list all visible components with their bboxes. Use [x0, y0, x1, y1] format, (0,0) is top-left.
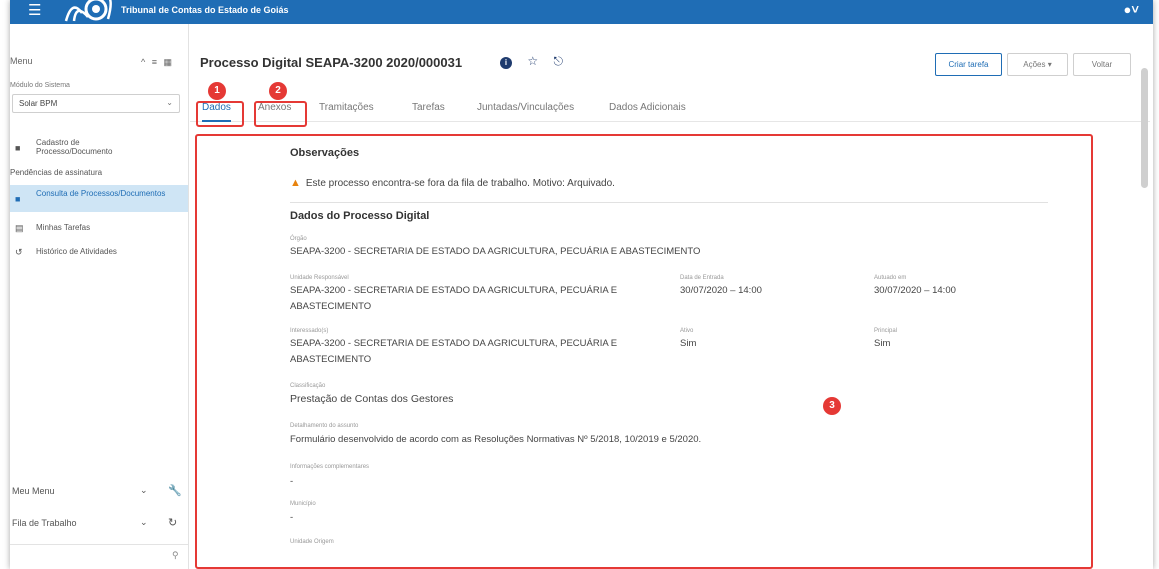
pin-icon[interactable]: ⎋	[553, 54, 563, 69]
folder-icon: ■	[15, 194, 21, 204]
star-icon[interactable]: ☆	[527, 54, 538, 68]
sidebar-item-label: Consulta de Processos/Documentos	[36, 189, 166, 198]
menu-title: Menu	[10, 56, 33, 66]
sidebar-item-historico[interactable]: ↺ Histórico de Atividades	[10, 247, 188, 259]
tab-dados-adicionais[interactable]: Dados Adicionais	[609, 94, 686, 122]
sidebar-item-consulta[interactable]: ■ Consulta de Processos/Documentos	[10, 185, 188, 212]
annotation-marker-1: 1	[208, 82, 226, 100]
my-menu-label: Meu Menu	[12, 486, 55, 496]
module-select[interactable]: Solar BPM ⌄	[12, 94, 180, 113]
folder-icon: ■	[15, 143, 21, 153]
chevron-down-icon[interactable]: ⌄	[140, 517, 148, 528]
calendar-icon: ▤	[15, 223, 24, 233]
org-name: Tribunal de Contas do Estado de Goiás	[121, 5, 289, 15]
annotation-box-dados	[196, 101, 244, 127]
app-window: ☰ Tribunal de Contas do Estado de Goiás …	[10, 0, 1153, 569]
sidebar-item-label: Histórico de Atividades	[36, 247, 117, 256]
module-label: Módulo do Sistema	[10, 82, 70, 89]
logo	[64, 0, 112, 22]
sidebar-item-label: Minhas Tarefas	[36, 223, 91, 232]
refresh-icon[interactable]: ↻	[168, 516, 177, 529]
annotation-marker-3: 3	[823, 397, 841, 415]
sidebar-tools-icon[interactable]: ^ ≡ ▦	[141, 57, 174, 68]
sidebar-item-cadastro[interactable]: ■ Cadastro de Processo/Documento	[10, 135, 188, 159]
user-icon[interactable]: ●˅	[1124, 2, 1139, 17]
my-menu-section[interactable]: Meu Menu ⌄ 🔧	[10, 477, 188, 505]
search-icon[interactable]: ⚲	[172, 550, 179, 561]
sidebar-item-pendencias[interactable]: Pendências de assinatura	[10, 168, 188, 180]
back-button[interactable]: Voltar	[1073, 53, 1131, 76]
create-task-button[interactable]: Criar tarefa	[935, 53, 1002, 76]
sidebar-search[interactable]: ⚲	[10, 544, 188, 566]
chevron-down-icon[interactable]: ⌄	[140, 485, 148, 496]
title-actions: i ☆ ⎋	[500, 54, 575, 69]
module-value: Solar BPM	[19, 99, 58, 108]
tab-bar: Dados Anexos Tramitações Tarefas Juntada…	[190, 94, 1150, 122]
work-queue-label: Fila de Trabalho	[12, 518, 77, 528]
chevron-down-icon: ⌄	[166, 98, 173, 107]
tab-juntadas[interactable]: Juntadas/Vinculações	[477, 94, 574, 122]
top-bar: ☰ Tribunal de Contas do Estado de Goiás …	[10, 0, 1153, 24]
annotation-box-anexos	[254, 101, 307, 127]
hamburger-icon[interactable]: ☰	[28, 3, 41, 19]
history-icon: ↺	[15, 247, 23, 257]
work-queue-section[interactable]: Fila de Trabalho ⌄ ↻	[10, 509, 188, 537]
tab-tarefas[interactable]: Tarefas	[412, 94, 445, 122]
sidebar-item-tarefas[interactable]: ▤ Minhas Tarefas	[10, 223, 188, 235]
sidebar: Menu ^ ≡ ▦ Módulo do Sistema Solar BPM ⌄…	[10, 24, 189, 569]
actions-button[interactable]: Ações ▾	[1007, 53, 1068, 76]
sidebar-item-label: Pendências de assinatura	[10, 168, 103, 177]
sidebar-item-label: Cadastro de Processo/Documento	[36, 138, 113, 156]
wrench-icon[interactable]: 🔧	[168, 484, 182, 497]
tab-tramitacoes[interactable]: Tramitações	[319, 94, 374, 122]
annotation-marker-2: 2	[269, 82, 287, 100]
scrollbar[interactable]	[1141, 68, 1148, 188]
annotation-box-content	[195, 134, 1093, 569]
info-icon[interactable]: i	[500, 57, 512, 69]
page-title: Processo Digital SEAPA-3200 2020/000031	[200, 55, 463, 70]
